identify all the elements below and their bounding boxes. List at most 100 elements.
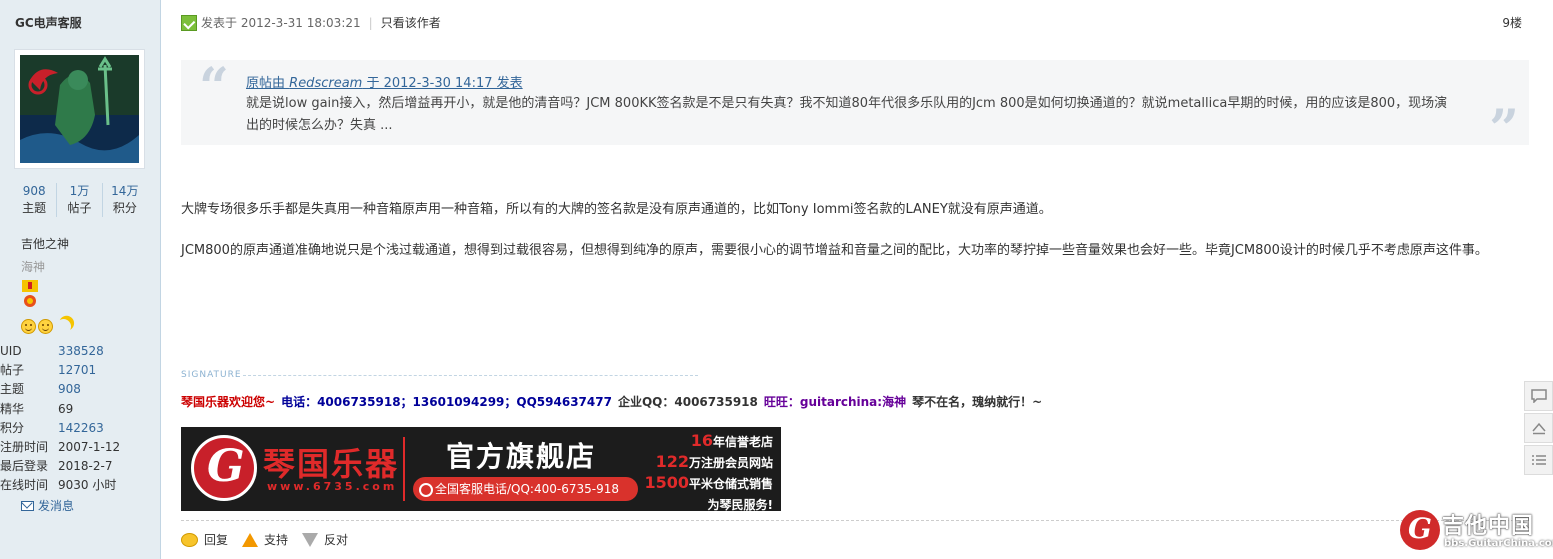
banner-stat-text: 年信誉老店: [712, 435, 773, 449]
quote-body: 就是说low gain接入，然后增益再开小，就是他的清音吗？JCM 800KK签…: [246, 96, 1448, 133]
send-message-label: 发消息: [38, 499, 75, 513]
quote-close-icon: ”: [1489, 99, 1519, 160]
info-value: 9030 小时: [58, 478, 117, 493]
banner-stat-text: 为琴民服务!: [707, 498, 773, 511]
moon-level-icon: [54, 317, 73, 336]
medal-icon: [22, 280, 38, 307]
banner-phone: 全国客服电话/QQ:400-6735-918: [413, 477, 638, 501]
reply-label: 回复: [204, 533, 229, 547]
stat-posts[interactable]: 1万 帖子: [57, 183, 103, 217]
info-key: 最后登录: [0, 459, 49, 474]
send-message-button[interactable]: 发消息: [21, 497, 74, 514]
signature-part: 琴国乐器欢迎您~: [181, 395, 276, 409]
info-row: 积分 142263: [0, 419, 160, 438]
info-row: 注册时间 2007-1-12: [0, 438, 160, 457]
qinguo-logo-icon: [191, 435, 257, 501]
info-key: 主题: [0, 382, 25, 397]
info-row: UID 338528: [0, 342, 160, 361]
info-value[interactable]: 12701: [58, 361, 96, 380]
oppose-button[interactable]: 反对: [302, 531, 348, 548]
user-rank-title: 吉他之神: [21, 237, 70, 251]
quote-suffix: 于 2012-3-30 14:17 发表: [366, 76, 523, 91]
post-main: 发表于 2012-3-31 18:03:21 | 只看该作者 9楼 “ 原帖由 …: [161, 0, 1553, 559]
banner-stat-text: 万注册会员网站: [688, 456, 773, 470]
signature-text: 琴国乐器欢迎您~ 电话：4006735918；13601094299；QQ5946…: [181, 393, 1048, 410]
signature-part: 企业QQ：4006735918: [617, 395, 758, 409]
level-icons: [21, 319, 71, 334]
author-sidebar: GC电声客服 908 主题 1万 帖子 14万 积分 吉他之神 海神 UID 3…: [0, 0, 161, 559]
info-row: 帖子 12701: [0, 361, 160, 380]
signature-divider: [243, 375, 698, 376]
signature-part: 电话：4006735918；13601094299；QQ594637477: [281, 395, 612, 409]
quote-header[interactable]: 原帖由 Redscream 于 2012-3-30 14:17 发表: [246, 72, 523, 91]
signature-banner[interactable]: 琴国乐器 www.6735.com 官方旗舰店 全国客服电话/QQ:400-67…: [181, 427, 781, 511]
back-to-top-icon[interactable]: [1524, 413, 1553, 443]
banner-brand-name: 琴国乐器: [263, 445, 400, 483]
banner-stat-number: 122: [655, 452, 689, 471]
online-status-icon: [181, 14, 197, 31]
meta-separator: |: [368, 15, 373, 30]
banner-url: www.6735.com: [267, 480, 398, 493]
info-key: 帖子: [0, 363, 25, 378]
floor-number[interactable]: 9楼: [1502, 14, 1522, 31]
oppose-label: 反对: [324, 533, 349, 547]
info-key: 精华: [0, 401, 25, 416]
info-value[interactable]: 142263: [58, 419, 104, 438]
stat-posts-value[interactable]: 1万: [57, 183, 101, 199]
signature-label: SIGNATURE: [181, 370, 242, 380]
reply-button[interactable]: 回复: [181, 531, 228, 548]
info-key: UID: [0, 344, 22, 358]
banner-stat-text: 平米仓储式销售: [688, 477, 773, 491]
only-author-link[interactable]: 只看该作者: [381, 14, 441, 31]
info-value[interactable]: 908: [58, 380, 81, 399]
watermark-url: bbs.GuitarChina.com: [1444, 538, 1553, 549]
banner-stat-line: 16年信誉老店: [644, 431, 773, 452]
guitarchina-logo-icon: [1400, 510, 1440, 550]
floating-tools: [1524, 381, 1553, 477]
post-paragraph-2: JCM800的原声通道准确地说只是个浅过载通道，想得到过载很容易，但想得到纯净的…: [181, 243, 1488, 258]
comment-icon[interactable]: [1524, 381, 1553, 411]
banner-stat-line: 122万注册会员网站: [644, 452, 773, 473]
sun-level-icon: [21, 319, 36, 334]
avatar-frame: [14, 49, 145, 169]
info-key: 在线时间: [0, 478, 49, 493]
signature-part: 旺旺：guitarchina:海神: [763, 395, 907, 409]
stat-threads-value[interactable]: 908: [12, 183, 56, 199]
banner-stats: 16年信誉老店 122万注册会员网站 1500平米仓储式销售 为琴民服务!: [644, 431, 773, 511]
stat-credits-value[interactable]: 14万: [103, 183, 147, 199]
stat-threads-label: 主题: [22, 201, 47, 215]
list-icon[interactable]: [1524, 445, 1553, 475]
post-time: 发表于 2012-3-31 18:03:21: [201, 16, 361, 30]
watermark-title: 吉他中国: [1442, 514, 1535, 539]
reply-icon: [181, 532, 198, 547]
sun-level-icon: [38, 319, 53, 334]
banner-stat-line: 1500平米仓储式销售: [644, 473, 773, 494]
quote-block: “ 原帖由 Redscream 于 2012-3-30 14:17 发表 就是说…: [181, 60, 1529, 156]
envelope-icon: [21, 500, 34, 511]
banner-stat-number: 1500: [644, 473, 689, 492]
author-stats: 908 主题 1万 帖子 14万 积分: [12, 183, 147, 217]
avatar[interactable]: [20, 55, 139, 163]
banner-stat-line: 为琴民服务!: [644, 494, 773, 511]
info-row: 主题 908: [0, 380, 160, 399]
info-value: 69: [58, 401, 74, 416]
post-actions: 回复 支持 反对: [181, 531, 348, 548]
info-key: 积分: [0, 420, 25, 435]
info-value: 2007-1-12: [58, 439, 121, 454]
quote-user: Redscream: [289, 76, 363, 91]
author-info: UID 338528 帖子 12701 主题 908 精华 69 积分 142263 注册时间 200…: [0, 342, 160, 496]
stat-threads[interactable]: 908 主题: [12, 183, 58, 217]
stat-credits-label: 积分: [112, 201, 137, 215]
site-watermark: 吉他中国 bbs.GuitarChina.com: [1400, 508, 1553, 556]
info-row: 在线时间 9030 小时: [0, 476, 160, 495]
quote-prefix: 原帖由: [246, 76, 286, 91]
info-value[interactable]: 338528: [58, 342, 104, 361]
banner-stat-number: 16: [690, 431, 713, 450]
support-button[interactable]: 支持: [242, 531, 288, 548]
author-name[interactable]: GC电声客服: [15, 14, 82, 31]
post-paragraph-1: 大牌专场很多乐手都是失真用一种音箱原声用一种音箱，所以有的大牌的签名款是没有原声…: [181, 202, 1052, 217]
stat-credits[interactable]: 14万 积分: [103, 183, 147, 217]
banner-title: 官方旗舰店: [446, 440, 597, 473]
stat-posts-label: 帖子: [67, 201, 92, 215]
support-label: 支持: [264, 533, 289, 547]
